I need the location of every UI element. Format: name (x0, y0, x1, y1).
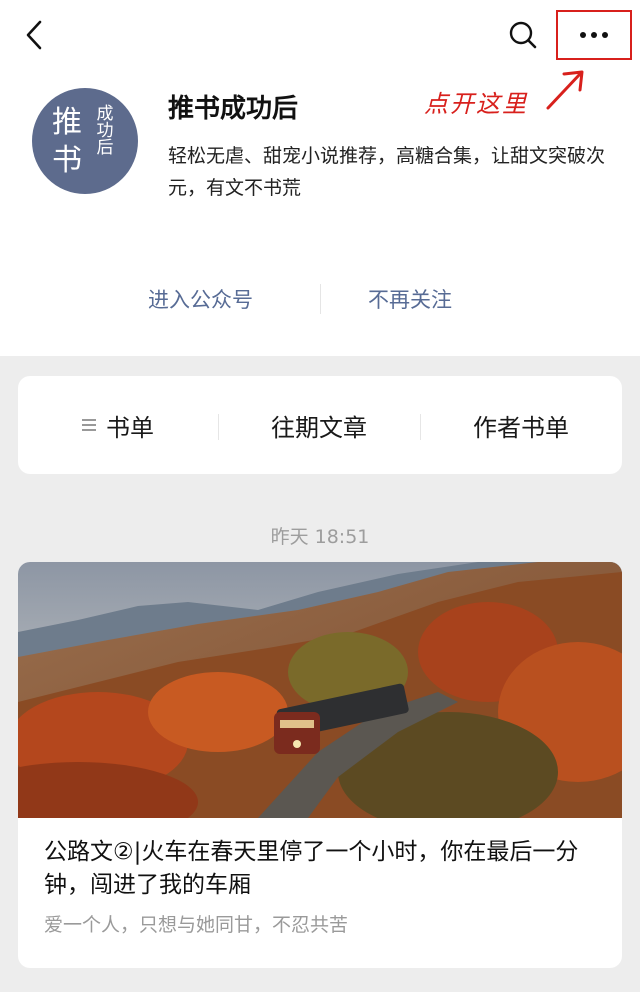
more-dots-icon (580, 32, 608, 38)
avatar[interactable]: 推 书 成功后 (32, 88, 138, 194)
account-actions: 进入公众号 不再关注 (0, 278, 640, 324)
search-icon (509, 21, 537, 49)
account-description: 轻松无虐、甜宠小说推荐，高糖合集，让甜文突破次元，有文不书荒 (168, 145, 606, 199)
menu-item-label: 作者书单 (473, 413, 569, 442)
more-button[interactable] (556, 10, 632, 60)
article-card[interactable]: 公路文②|火车在春天里停了一个小时，你在最后一分钟，闯进了我的车厢 爱一个人，只… (18, 562, 622, 968)
unfollow-button[interactable]: 不再关注 (368, 284, 452, 314)
menu-item-label: 往期文章 (271, 413, 367, 442)
avatar-char-2: 书 (52, 143, 82, 178)
actions-divider (320, 284, 321, 314)
account-header: 点开这里 推 书 成功后 推书成功后 轻松无虐、甜宠小说推荐，高糖合集，让甜文突… (0, 0, 640, 356)
back-button[interactable] (20, 18, 52, 52)
chevron-left-icon (26, 20, 42, 50)
list-icon (82, 416, 96, 434)
article-title: 公路文②|火车在春天里停了一个小时，你在最后一分钟，闯进了我的车厢 (44, 839, 579, 898)
message-timestamp: 昨天 18:51 (270, 526, 370, 548)
menu-bar: 书单 往期文章 作者书单 (18, 376, 622, 474)
annotation-text: 点开这里 (424, 90, 528, 118)
article-subtitle: 爱一个人，只想与她同甘，不忍共苦 (44, 914, 349, 936)
avatar-small-text: 成功后 (92, 104, 113, 155)
search-button[interactable] (506, 18, 540, 52)
article-cover-image (18, 562, 622, 818)
menu-item-label: 书单 (106, 413, 154, 442)
enter-account-button[interactable]: 进入公众号 (148, 284, 253, 314)
avatar-char-1: 推 (52, 105, 82, 140)
menu-item-past-articles[interactable]: 往期文章 (218, 376, 420, 474)
menu-item-author-booklist[interactable]: 作者书单 (420, 376, 622, 474)
menu-item-booklist[interactable]: 书单 (18, 376, 218, 474)
annotation-arrow-icon (546, 70, 584, 110)
account-name: 推书成功后 (168, 94, 299, 124)
